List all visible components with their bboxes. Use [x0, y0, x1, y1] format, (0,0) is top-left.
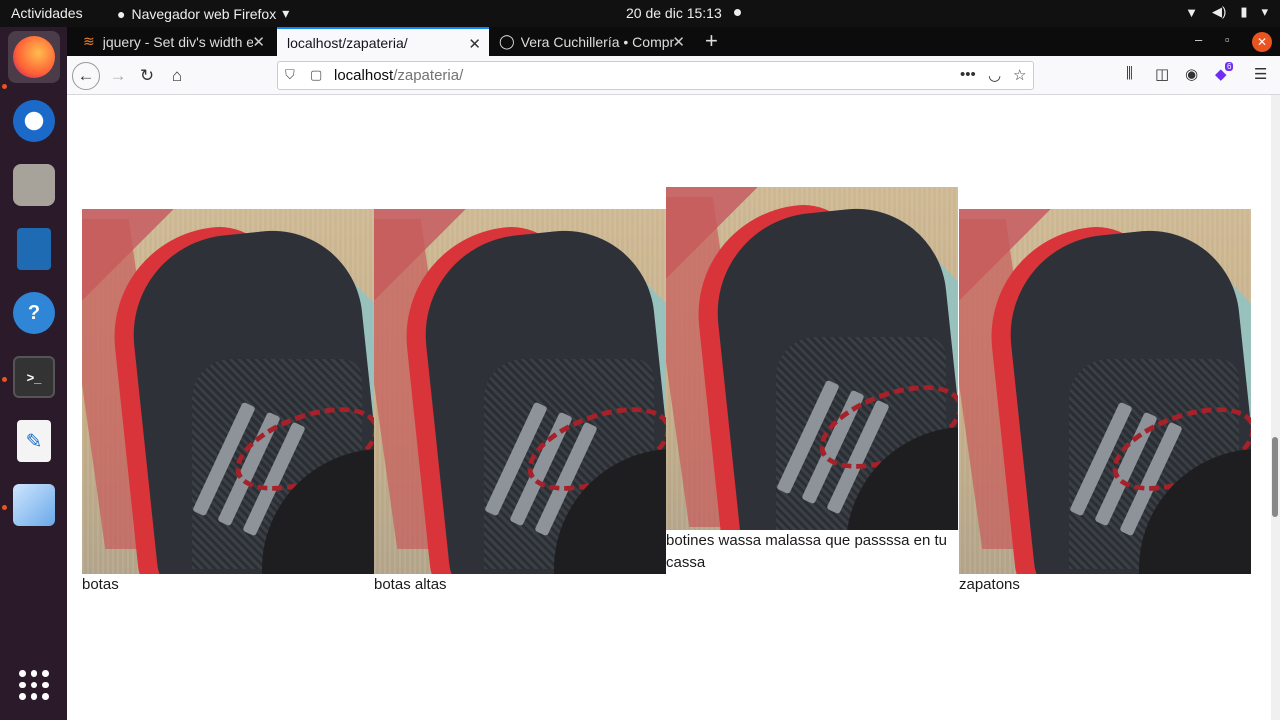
- grid-icon: [19, 670, 49, 700]
- dock-writer[interactable]: [8, 223, 60, 275]
- volume-icon: ◀): [1211, 4, 1227, 19]
- url-bar[interactable]: ⛉ ▢ localhost/zapateria/ ••• ◡ ☆: [277, 61, 1034, 90]
- page-scrollbar[interactable]: [1271, 95, 1280, 720]
- chevron-down-icon: ▾: [282, 5, 290, 21]
- dock-app[interactable]: [8, 479, 60, 531]
- tab-bar: ≋ jquery - Set div's width e ✕ localhost…: [67, 27, 1280, 56]
- tab-title: Vera Cuchillería • Compr: [520, 33, 675, 50]
- wifi-icon: ▼: [1185, 4, 1198, 20]
- pocket-icon[interactable]: ◡: [988, 66, 1001, 84]
- dock: ? >_ ✎: [0, 27, 67, 720]
- firefox-icon: [13, 36, 55, 78]
- tab-localhost[interactable]: localhost/zapateria/ ✕: [277, 27, 489, 56]
- product-image[interactable]: [666, 187, 958, 552]
- bookmark-star-icon[interactable]: ☆: [1013, 66, 1026, 84]
- minimize-button[interactable]: ‒: [1195, 32, 1202, 47]
- activities-button[interactable]: Actividades: [11, 5, 83, 21]
- tab-favicon-icon: ◯: [499, 33, 515, 49]
- files-icon: [13, 164, 55, 206]
- url-host: localhost: [334, 67, 394, 84]
- nav-toolbar: ← → ↻ ⌂ ⛉ ▢ localhost/zapateria/ ••• ◡ ☆…: [67, 56, 1280, 95]
- system-tray[interactable]: ▼ ◀) ▮ ▾: [1185, 4, 1268, 20]
- scrollbar-thumb[interactable]: [1272, 437, 1278, 517]
- tab-title: localhost/zapateria/: [287, 34, 408, 51]
- firefox-app-icon: ●: [117, 5, 126, 22]
- running-indicator: [2, 84, 7, 89]
- library-icon[interactable]: ⫼: [1126, 65, 1133, 82]
- product-name: zapatons: [959, 574, 1251, 596]
- product-card[interactable]: zapatons: [959, 209, 1251, 596]
- dock-files[interactable]: [8, 159, 60, 211]
- app-menu-label: Navegador web Firefox: [131, 5, 277, 22]
- writer-icon: [17, 228, 51, 270]
- window-close-button[interactable]: ✕: [1252, 32, 1272, 52]
- url-text[interactable]: localhost/zapateria/: [334, 67, 463, 84]
- tab-favicon-icon: ≋: [83, 33, 95, 49]
- page-info-icon[interactable]: ▢: [310, 67, 322, 83]
- cube-icon: [13, 484, 55, 526]
- product-name: botas altas: [374, 574, 666, 596]
- help-icon: ?: [13, 292, 55, 334]
- maximize-button[interactable]: ▫: [1225, 32, 1230, 47]
- close-icon[interactable]: ✕: [672, 33, 685, 51]
- product-card[interactable]: botas altas: [374, 209, 666, 596]
- system-top-bar: Actividades ● Navegador web Firefox ▾ 20…: [0, 0, 1280, 27]
- close-icon[interactable]: ✕: [252, 33, 265, 51]
- product-name: botas: [82, 574, 374, 596]
- extension-badge: 6: [1225, 62, 1234, 71]
- tab-title: jquery - Set div's width e: [102, 33, 253, 50]
- shield-icon[interactable]: ⛉: [285, 67, 295, 83]
- thunderbird-icon: [13, 100, 55, 142]
- home-button[interactable]: ⌂: [163, 62, 191, 90]
- product-card[interactable]: botas: [82, 209, 374, 596]
- product-card[interactable]: botines wassa malassa que passssa en tu …: [666, 187, 958, 596]
- dock-help[interactable]: ?: [8, 287, 60, 339]
- close-icon[interactable]: ✕: [468, 35, 481, 53]
- battery-icon: ▮: [1240, 4, 1248, 19]
- dock-terminal[interactable]: >_: [8, 351, 60, 403]
- product-image[interactable]: [959, 209, 1251, 574]
- page-actions-icon[interactable]: •••: [960, 66, 976, 83]
- tab-jquery[interactable]: ≋ jquery - Set div's width e ✕: [73, 27, 273, 56]
- back-button[interactable]: ←: [72, 62, 100, 90]
- product-image[interactable]: [374, 209, 666, 574]
- tab-vera[interactable]: ◯ Vera Cuchillería • Compr ✕: [489, 27, 693, 56]
- reload-button[interactable]: ↻: [133, 62, 161, 90]
- running-indicator: [2, 377, 7, 382]
- sidebar-icon[interactable]: ◫: [1155, 65, 1169, 83]
- product-image[interactable]: [82, 209, 374, 574]
- dock-thunderbird[interactable]: [8, 95, 60, 147]
- new-tab-button[interactable]: +: [705, 28, 718, 54]
- text-editor-icon: ✎: [17, 420, 51, 462]
- notification-dot: [734, 9, 741, 16]
- menu-icon[interactable]: ☰: [1254, 65, 1267, 83]
- clock[interactable]: 20 de dic 15:13: [626, 5, 722, 21]
- chevron-down-icon: ▾: [1261, 4, 1268, 19]
- terminal-icon: >_: [13, 356, 55, 398]
- forward-button[interactable]: →: [104, 62, 132, 90]
- running-indicator: [2, 505, 7, 510]
- app-menu[interactable]: ● Navegador web Firefox ▾: [117, 5, 289, 22]
- account-icon[interactable]: ◉: [1185, 65, 1198, 83]
- url-path: /zapateria/: [393, 67, 464, 84]
- dock-firefox[interactable]: [8, 31, 60, 83]
- show-applications[interactable]: [8, 659, 60, 711]
- product-name: botines wassa malassa que passssa en tu …: [666, 530, 958, 574]
- dock-text-editor[interactable]: ✎: [8, 415, 60, 467]
